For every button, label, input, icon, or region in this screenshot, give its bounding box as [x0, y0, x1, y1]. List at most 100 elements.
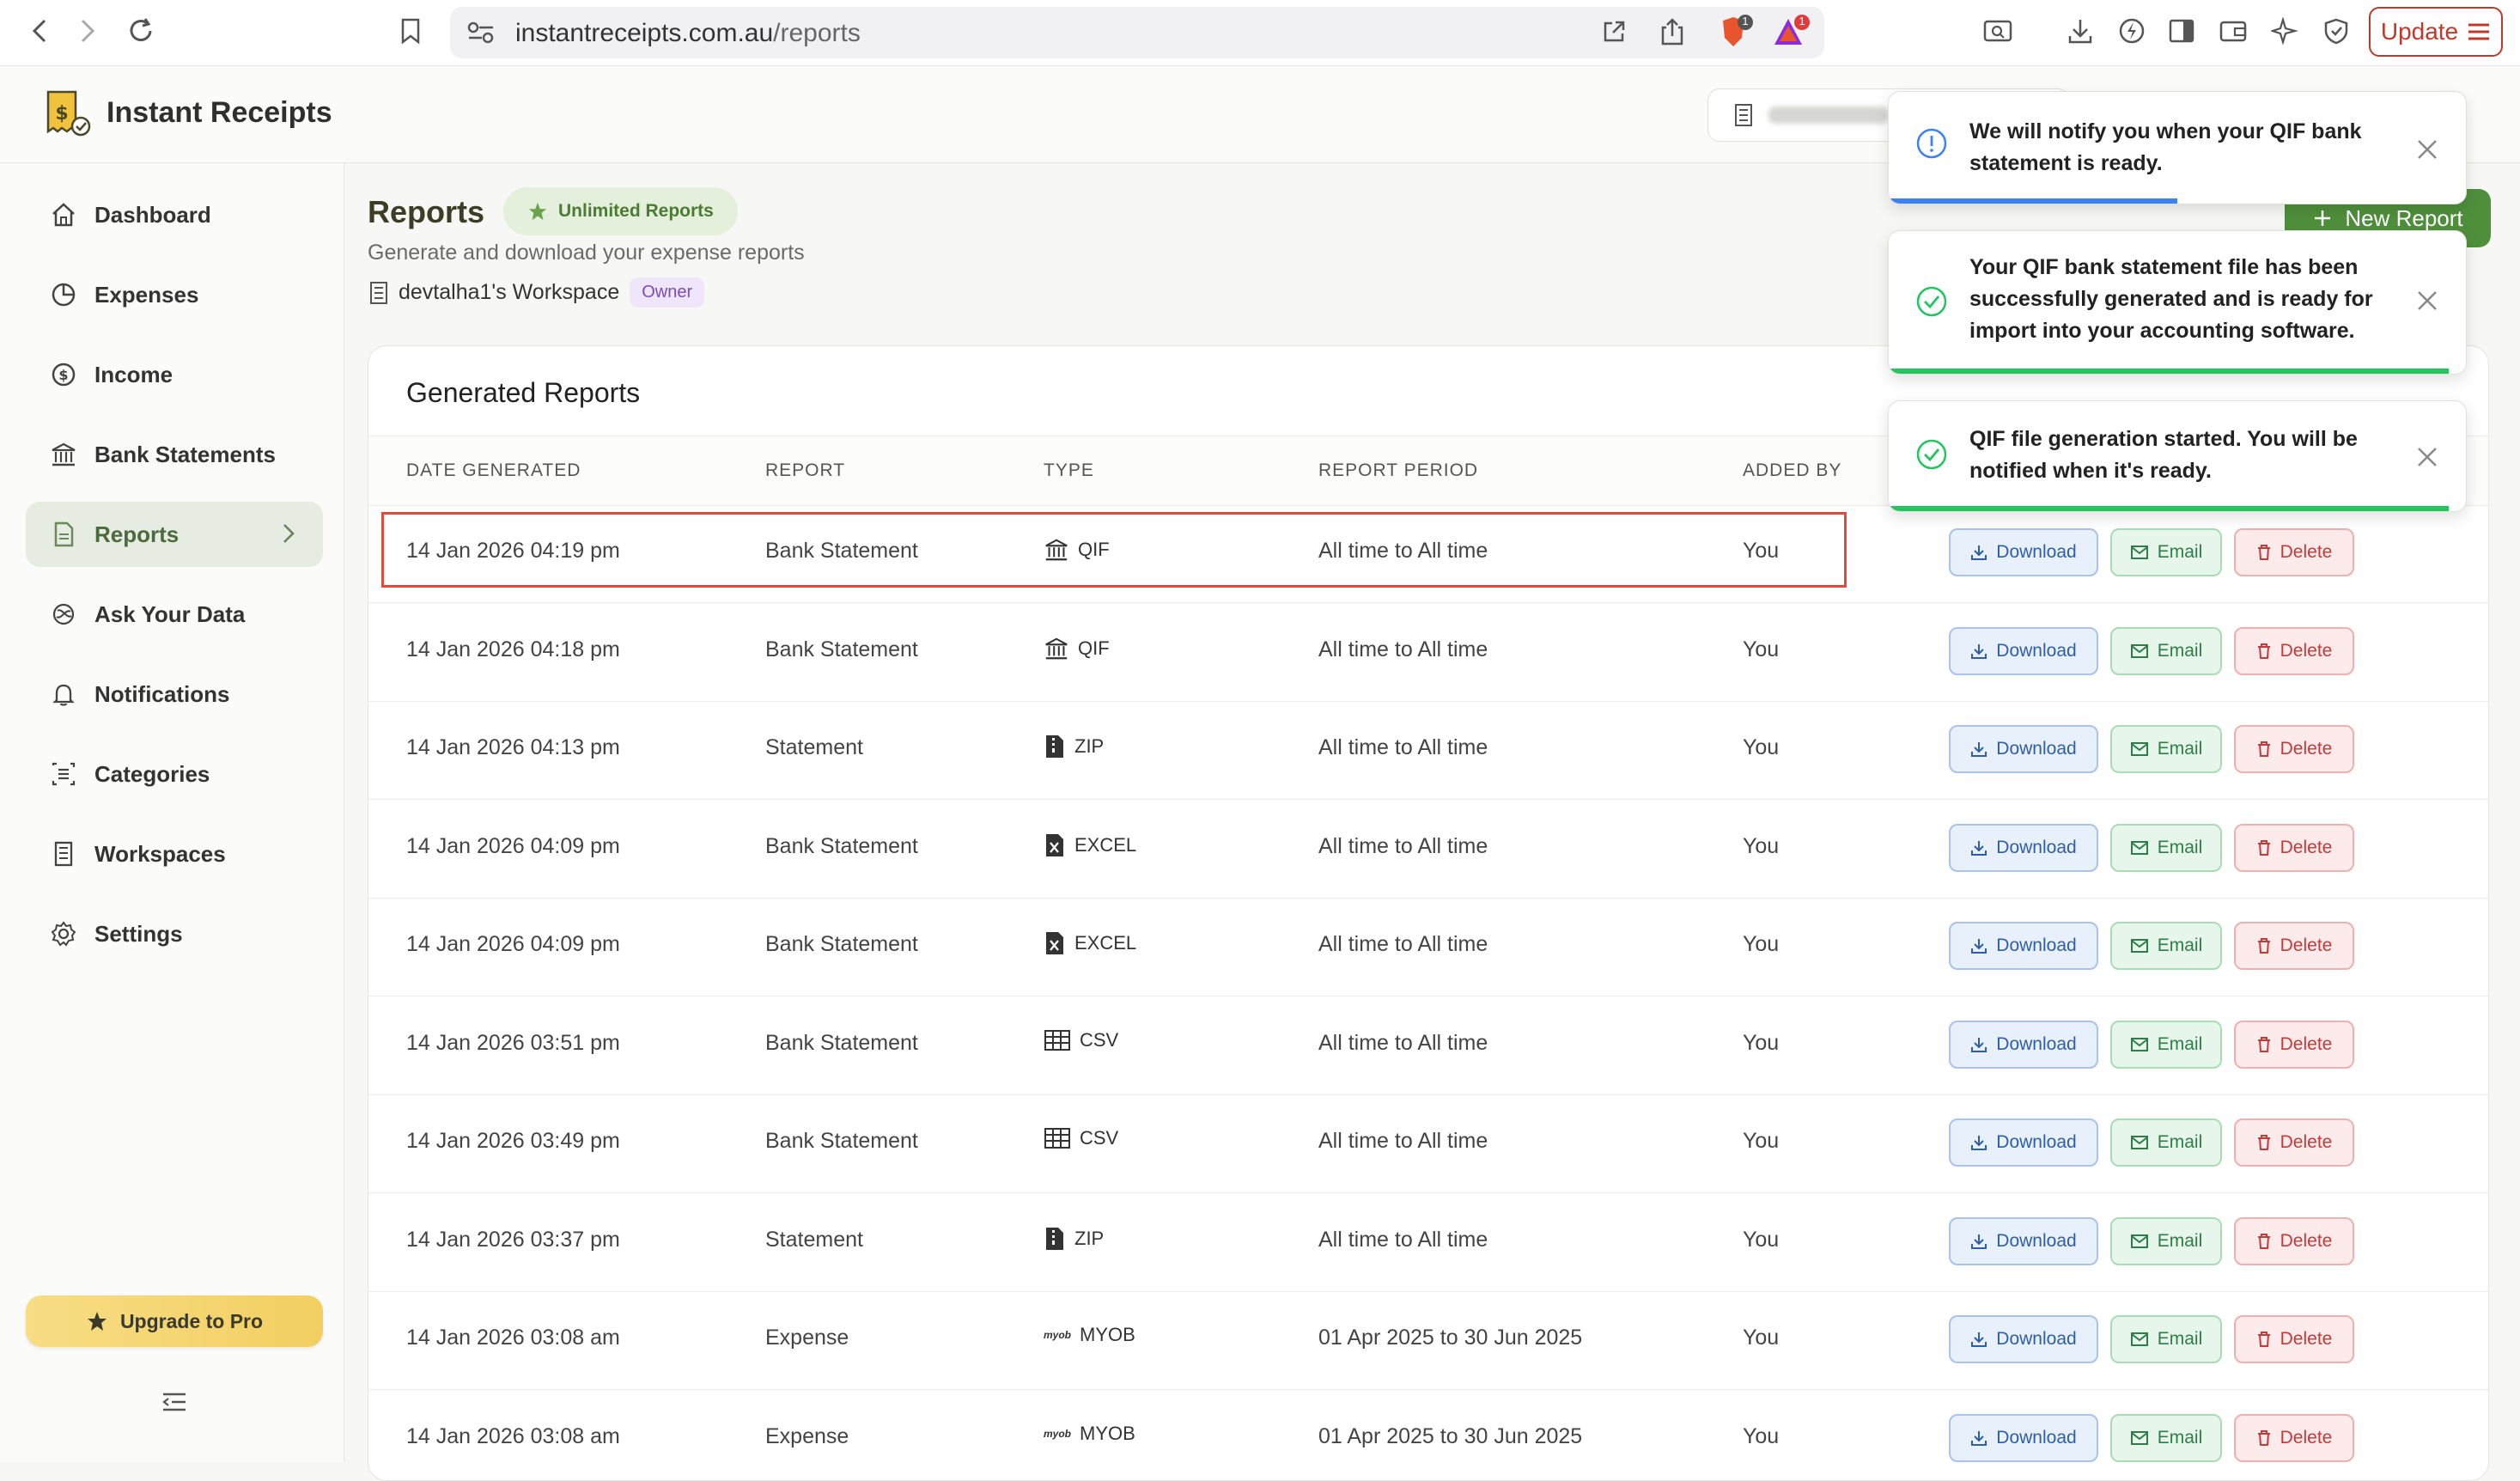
download-button[interactable]: Download: [1949, 1414, 2098, 1462]
email-button[interactable]: Email: [2110, 824, 2222, 872]
zip-file-icon: [1044, 734, 1066, 759]
vpn-shield-icon[interactable]: [2319, 14, 2353, 48]
delete-button[interactable]: Delete: [2234, 1217, 2354, 1265]
email-button[interactable]: Email: [2110, 1315, 2222, 1363]
trash-icon: [2256, 1233, 2272, 1250]
delete-label: Delete: [2280, 739, 2333, 759]
email-label: Email: [2158, 838, 2203, 858]
speedreader-icon[interactable]: [2115, 14, 2149, 48]
added-by-cell: You: [1743, 932, 1779, 957]
close-icon[interactable]: [2414, 444, 2440, 470]
download-button[interactable]: Download: [1949, 627, 2098, 675]
sidebar-item-income[interactable]: $ Income: [26, 342, 323, 407]
table-icon: [1044, 1029, 1071, 1051]
delete-button[interactable]: Delete: [2234, 528, 2354, 576]
wallet-icon[interactable]: [2216, 14, 2250, 48]
email-button[interactable]: Email: [2110, 1021, 2222, 1069]
share-icon[interactable]: [1659, 17, 1685, 51]
sidebar-item-categories[interactable]: Categories: [26, 741, 323, 807]
delete-button[interactable]: Delete: [2234, 922, 2354, 970]
delete-button[interactable]: Delete: [2234, 1118, 2354, 1167]
forward-icon[interactable]: [69, 12, 107, 50]
date-cell: 14 Jan 2026 03:08 am: [406, 1424, 620, 1449]
email-button[interactable]: Email: [2110, 1118, 2222, 1167]
bookmark-icon[interactable]: [392, 12, 429, 50]
sidebar-item-notifications[interactable]: Notifications: [26, 661, 323, 727]
upgrade-to-pro-button[interactable]: Upgrade to Pro: [26, 1295, 323, 1347]
download-button[interactable]: Download: [1949, 1118, 2098, 1167]
period-cell: All time to All time: [1318, 637, 1488, 662]
email-button[interactable]: Email: [2110, 627, 2222, 675]
site-settings-icon[interactable]: [466, 21, 496, 49]
open-external-icon[interactable]: [1601, 19, 1627, 49]
delete-button[interactable]: Delete: [2234, 627, 2354, 675]
download-button[interactable]: Download: [1949, 528, 2098, 576]
sidebar-item-reports[interactable]: Reports: [26, 502, 323, 567]
email-button[interactable]: Email: [2110, 528, 2222, 576]
download-button[interactable]: Download: [1949, 922, 2098, 970]
download-icon: [1970, 839, 1987, 856]
receipt-logo-icon: $: [43, 88, 91, 137]
trash-icon: [2256, 643, 2272, 660]
badge-label: Unlimited Reports: [558, 201, 714, 222]
sidebar-item-label: Notifications: [94, 681, 229, 708]
email-button[interactable]: Email: [2110, 922, 2222, 970]
type-cell: EXCEL: [1044, 930, 1136, 956]
type-label: MYOB: [1080, 1324, 1135, 1346]
delete-label: Delete: [2280, 838, 2333, 858]
email-button[interactable]: Email: [2110, 1414, 2222, 1462]
close-icon[interactable]: [2414, 137, 2440, 162]
brand-logo-link[interactable]: $ Instant Receipts: [43, 88, 332, 137]
mail-icon: [2130, 1135, 2149, 1150]
download-button[interactable]: Download: [1949, 725, 2098, 773]
role-badge: Owner: [630, 277, 704, 308]
type-cell: myobMYOB: [1044, 1423, 1135, 1445]
type-cell: myobMYOB: [1044, 1324, 1135, 1346]
leo-ai-icon[interactable]: [2267, 14, 2302, 48]
download-label: Download: [1996, 838, 2076, 858]
download-label: Download: [1996, 641, 2076, 661]
download-label: Download: [1996, 1231, 2076, 1252]
sidebar-toggle-icon[interactable]: [2164, 14, 2199, 48]
report-cell: Statement: [765, 735, 863, 760]
table-row: 14 Jan 2026 03:37 pmStatementZIPAll time…: [368, 1193, 2488, 1292]
table-row: 14 Jan 2026 03:51 pmBank StatementCSVAll…: [368, 996, 2488, 1095]
downloads-icon[interactable]: [2063, 14, 2097, 48]
delete-button[interactable]: Delete: [2234, 824, 2354, 872]
sidebar-item-expenses[interactable]: Expenses: [26, 262, 323, 327]
toast-info: We will notify you when your QIF bank st…: [1888, 91, 2467, 204]
back-icon[interactable]: [21, 12, 58, 50]
download-button[interactable]: Download: [1949, 824, 2098, 872]
reload-icon[interactable]: [122, 12, 160, 50]
report-cell: Expense: [765, 1326, 849, 1350]
sidebar-item-workspaces[interactable]: Workspaces: [26, 821, 323, 887]
address-bar[interactable]: instantreceipts.com.au/reports 1 1: [450, 7, 1824, 58]
brave-rewards-icon[interactable]: 1: [1773, 14, 1812, 56]
download-button[interactable]: Download: [1949, 1021, 2098, 1069]
type-label: CSV: [1080, 1127, 1118, 1149]
delete-button[interactable]: Delete: [2234, 1315, 2354, 1363]
download-button[interactable]: Download: [1949, 1315, 2098, 1363]
reader-mode-icon[interactable]: [1981, 14, 2015, 48]
report-cell: Bank Statement: [765, 834, 918, 859]
delete-button[interactable]: Delete: [2234, 725, 2354, 773]
delete-button[interactable]: Delete: [2234, 1021, 2354, 1069]
download-icon: [1970, 544, 1987, 561]
download-button[interactable]: Download: [1949, 1217, 2098, 1265]
brave-shield-icon[interactable]: 1: [1718, 14, 1756, 56]
sidebar-item-dashboard[interactable]: Dashboard: [26, 182, 323, 247]
collapse-sidebar-icon[interactable]: [161, 1392, 187, 1417]
mail-icon: [2130, 1234, 2149, 1249]
delete-button[interactable]: Delete: [2234, 1414, 2354, 1462]
type-cell: ZIP: [1044, 734, 1104, 759]
close-icon[interactable]: [2414, 288, 2440, 314]
sidebar-item-settings[interactable]: Settings: [26, 901, 323, 966]
email-button[interactable]: Email: [2110, 1217, 2222, 1265]
sidebar-item-bank-statements[interactable]: Bank Statements: [26, 422, 323, 487]
sidebar-item-ask-your-data[interactable]: Ask Your Data: [26, 582, 323, 647]
home-icon: [50, 201, 77, 229]
type-cell: QIF: [1044, 636, 1110, 661]
workspace-name: devtalha1's Workspace: [399, 280, 619, 305]
email-button[interactable]: Email: [2110, 725, 2222, 773]
browser-update-button[interactable]: Update: [2369, 7, 2503, 57]
